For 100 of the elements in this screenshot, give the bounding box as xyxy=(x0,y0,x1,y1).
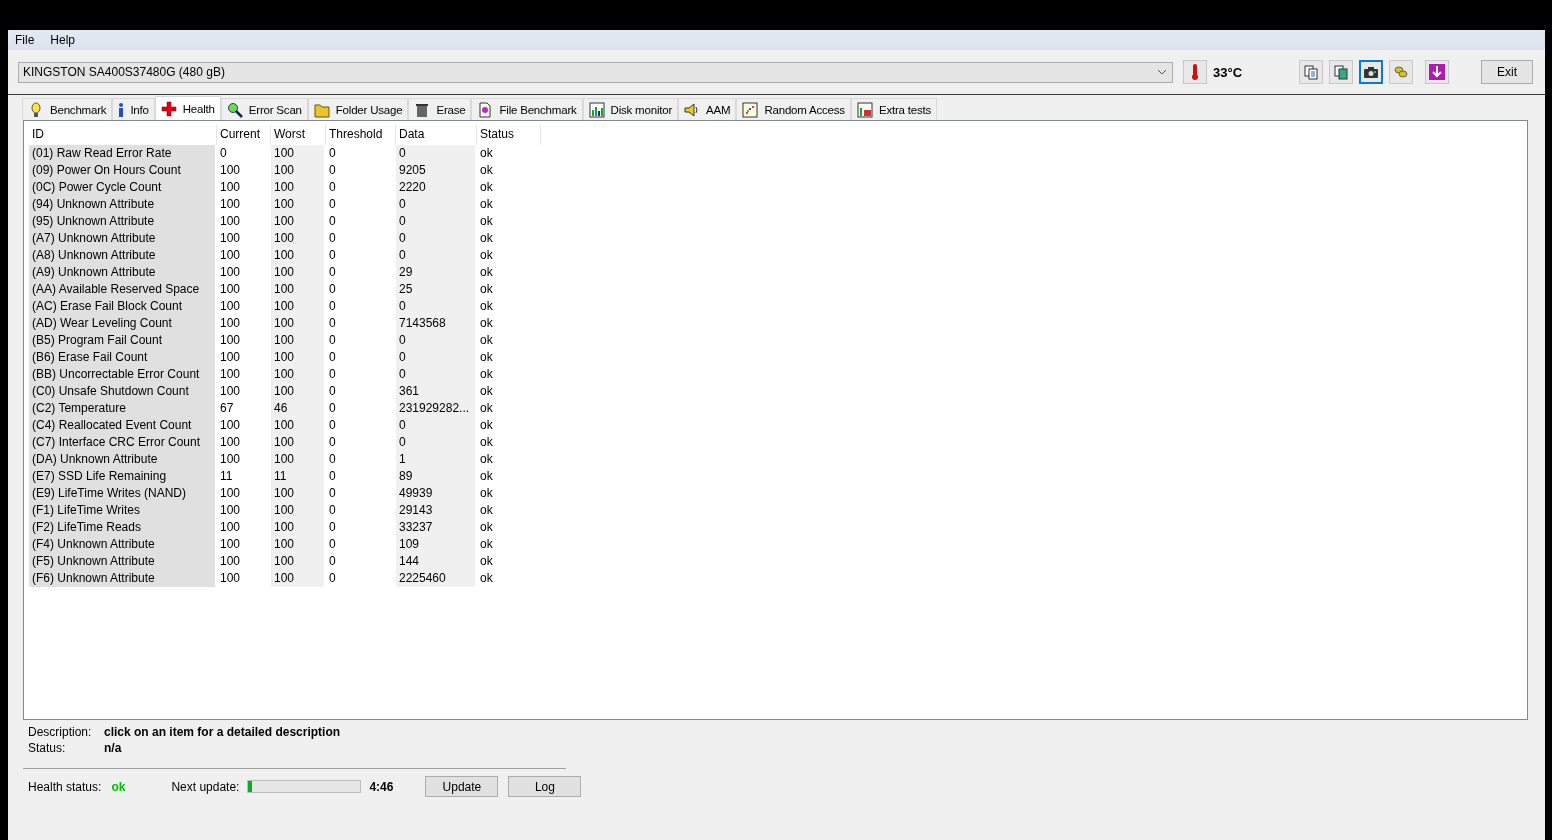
table-cell: (B5) Program Fail Count xyxy=(29,332,215,349)
file-icon xyxy=(477,101,494,118)
table-cell: (A9) Unknown Attribute xyxy=(29,264,215,281)
table-cell: 361 xyxy=(396,383,475,400)
table-cell: 100 xyxy=(271,213,324,230)
action-button[interactable]: Log xyxy=(508,776,582,797)
tab[interactable]: Extra tests xyxy=(850,98,938,120)
table-cell: (AA) Available Reserved Space xyxy=(29,281,215,298)
action-button[interactable]: Update xyxy=(425,776,499,797)
tab[interactable]: Disk monitor xyxy=(582,98,679,120)
table-cell: 0 xyxy=(396,434,475,451)
table-cell: 100 xyxy=(271,196,324,213)
table-cell: 100 xyxy=(271,553,324,570)
tab[interactable]: Benchmark xyxy=(22,98,113,120)
coins-icon xyxy=(1393,64,1409,80)
table-cell: 0 xyxy=(396,349,475,366)
tab[interactable]: File Benchmark xyxy=(471,98,583,120)
tab[interactable]: Erase xyxy=(408,98,472,120)
tab[interactable]: Random Access xyxy=(736,98,851,120)
table-cell: (B6) Erase Fail Count xyxy=(29,349,215,366)
table-cell: 100 xyxy=(271,162,324,179)
table-cell: (AD) Wear Leveling Count xyxy=(29,315,215,332)
tab[interactable]: Folder Usage xyxy=(307,98,409,120)
menu-item[interactable]: File xyxy=(15,33,35,47)
trash-icon xyxy=(414,101,431,118)
temperature-reading: 33°C xyxy=(1213,64,1244,80)
folder-icon xyxy=(313,101,330,118)
table-cell: 100 xyxy=(271,315,324,332)
table-cell: (09) Power On Hours Count xyxy=(29,162,215,179)
table-cell: 100 xyxy=(271,451,324,468)
table-cell: 100 xyxy=(271,145,324,162)
table-cell: (F1) LifeTime Writes xyxy=(29,502,215,519)
table-cell: 100 xyxy=(271,179,324,196)
table-cell: 29 xyxy=(396,264,475,281)
drive-dropdown[interactable]: KINGSTON SA400S37480G (480 gB) xyxy=(18,61,1173,83)
tab[interactable]: AAM xyxy=(678,98,737,120)
status-label: Status: xyxy=(28,741,67,755)
table-cell: 100 xyxy=(271,332,324,349)
table-cell: 9205 xyxy=(396,162,475,179)
status-text: n/a xyxy=(104,741,123,755)
table-cell: 0 xyxy=(396,196,475,213)
table-cell: 109 xyxy=(396,536,475,553)
table-cell: 100 xyxy=(271,366,324,383)
table-cell: (C7) Interface CRC Error Count xyxy=(29,434,215,451)
download-icon xyxy=(1429,64,1445,80)
table-cell: 100 xyxy=(271,417,324,434)
table-cell: 11 xyxy=(271,468,324,485)
copy-image-icon xyxy=(1333,64,1349,80)
table-cell: (01) Raw Read Error Rate xyxy=(29,145,215,162)
table-cell: 100 xyxy=(271,383,324,400)
table-cell: 100 xyxy=(271,230,324,247)
table-cell: 0 xyxy=(396,213,475,230)
table-cell: (C4) Reallocated Event Count xyxy=(29,417,215,434)
table-cell: (F2) LifeTime Reads xyxy=(29,519,215,536)
table-cell: (F6) Unknown Attribute xyxy=(29,570,215,587)
copy-image-button[interactable] xyxy=(1329,60,1353,84)
table-cell: 89 xyxy=(396,468,475,485)
table-cell: (C0) Unsafe Shutdown Count xyxy=(29,383,215,400)
cross-icon xyxy=(160,100,177,117)
download-button[interactable] xyxy=(1425,60,1449,84)
speaker-icon xyxy=(684,101,701,118)
table-cell: 1 xyxy=(396,451,475,468)
exit-button[interactable]: Exit xyxy=(1481,60,1533,84)
camera-icon xyxy=(1363,64,1379,80)
description-text: click on an item for a detailed description xyxy=(104,725,342,739)
menu-item[interactable]: Help xyxy=(50,33,76,47)
table-cell: (95) Unknown Attribute xyxy=(29,213,215,230)
table-cell: 100 xyxy=(271,281,324,298)
table-cell: 100 xyxy=(271,570,324,587)
tab[interactable]: Info xyxy=(112,98,155,120)
bulb-icon xyxy=(28,101,44,118)
scatter-icon xyxy=(742,101,759,118)
table-cell: (DA) Unknown Attribute xyxy=(29,451,215,468)
health-status-value: ok xyxy=(111,779,127,794)
next-update-label: Next update: xyxy=(171,779,240,794)
table-cell: 0 xyxy=(396,366,475,383)
table-cell: (BB) Uncorrectable Error Count xyxy=(29,366,215,383)
table-cell: (C2) Temperature xyxy=(29,400,215,417)
info-icon xyxy=(118,101,125,118)
table-cell: 100 xyxy=(271,349,324,366)
camera-button[interactable] xyxy=(1359,60,1383,84)
table-cell: 100 xyxy=(271,502,324,519)
description-label: Description: xyxy=(28,725,93,739)
tab[interactable]: Error Scan xyxy=(220,98,308,120)
bar-chart-icon xyxy=(588,101,605,118)
table-cell: 7143568 xyxy=(396,315,475,332)
table-cell: 25 xyxy=(396,281,475,298)
coins-button[interactable] xyxy=(1389,60,1413,84)
table-cell: (0C) Power Cycle Count xyxy=(29,179,215,196)
tab[interactable]: Health xyxy=(154,96,221,120)
table-cell: 29143 xyxy=(396,502,475,519)
magnifier-icon xyxy=(226,101,243,118)
table-cell: 0 xyxy=(396,145,475,162)
table-cell: 100 xyxy=(271,536,324,553)
table-cell: 49939 xyxy=(396,485,475,502)
table-cell: (A8) Unknown Attribute xyxy=(29,247,215,264)
copy-button[interactable] xyxy=(1299,60,1323,84)
table-cell: 100 xyxy=(271,519,324,536)
table-cell: (E7) SSD Life Remaining xyxy=(29,468,215,485)
table-cell: 100 xyxy=(271,298,324,315)
